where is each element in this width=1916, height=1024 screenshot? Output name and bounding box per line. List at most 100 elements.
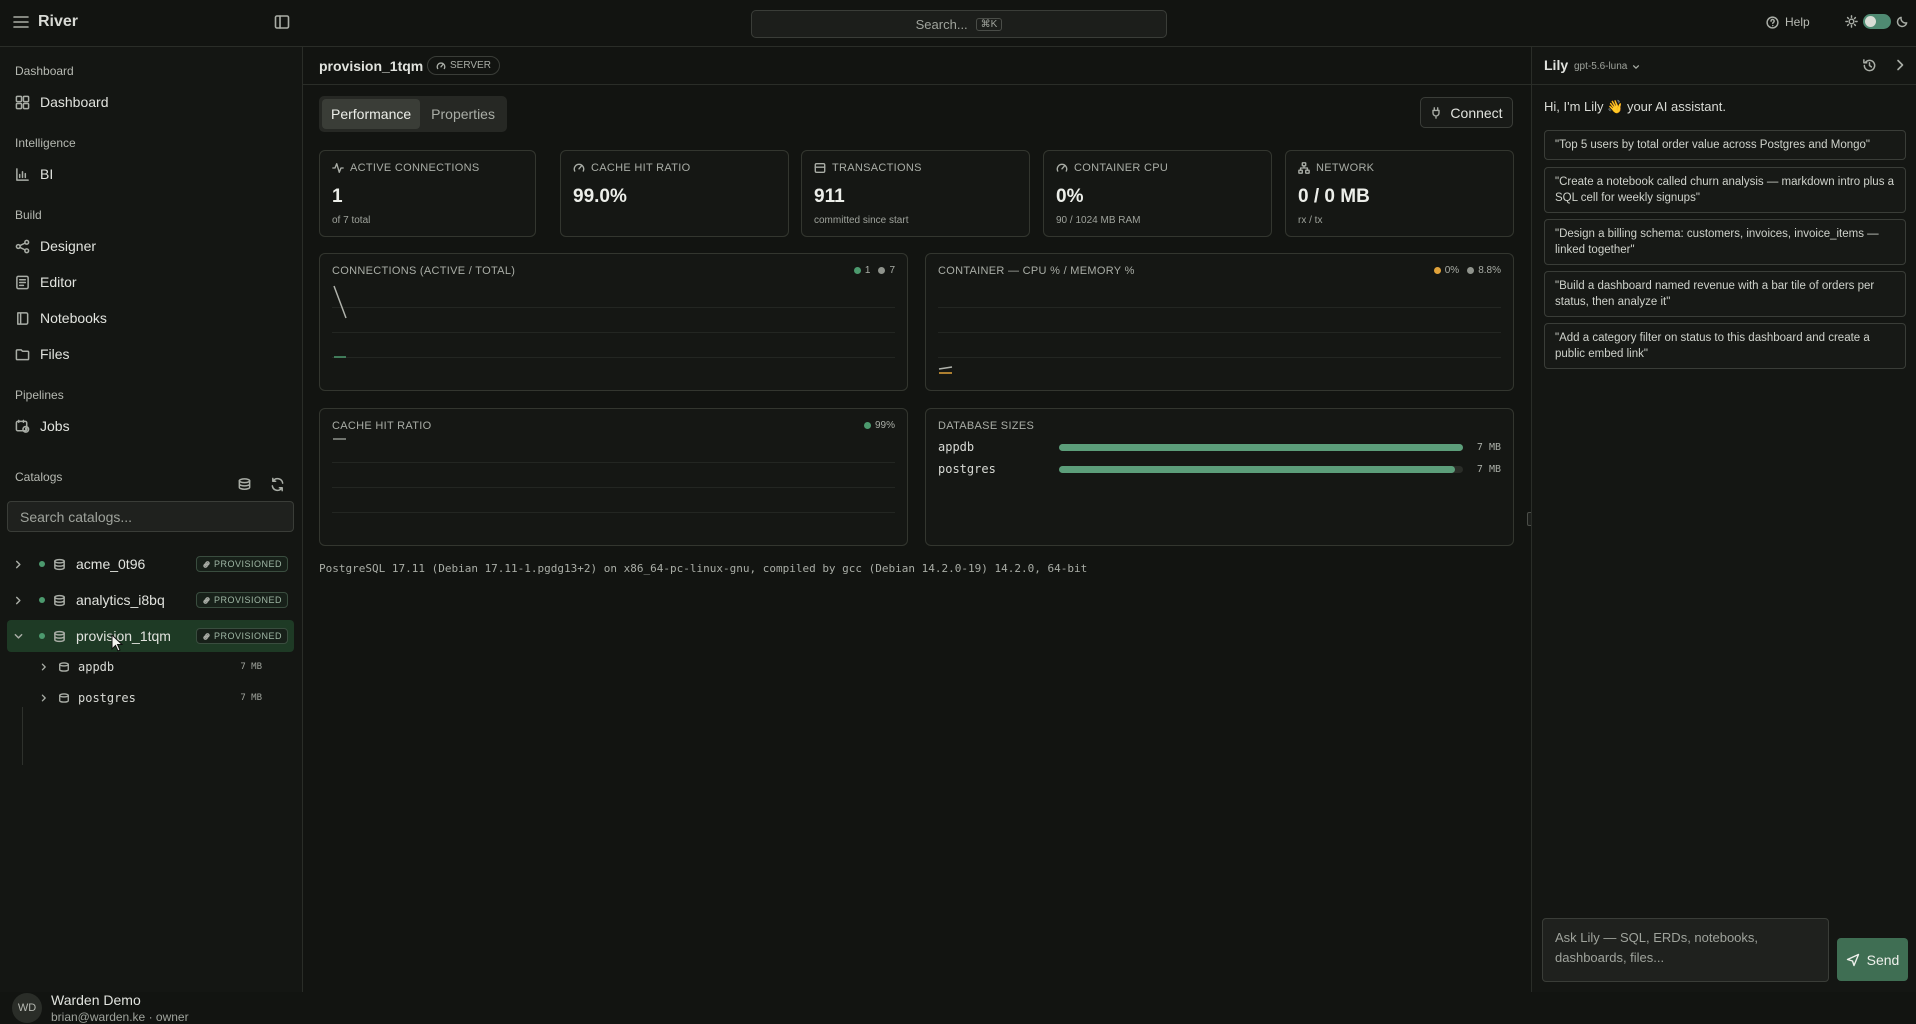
server-badge-label: SERVER bbox=[450, 60, 491, 71]
catalog-row-acme[interactable]: acme_0t96 PROVISIONED bbox=[7, 548, 294, 580]
connect-label: Connect bbox=[1450, 104, 1503, 121]
sidebar-item-dashboard[interactable]: Dashboard bbox=[15, 94, 109, 110]
sidebar-item-label: BI bbox=[40, 166, 54, 182]
tab-bar: Performance Properties bbox=[319, 96, 507, 132]
chevron-right-icon[interactable] bbox=[7, 560, 29, 569]
kpi-network: NETWORK 0 / 0 MB rx / tx bbox=[1285, 150, 1514, 237]
kpi-sub: committed since start bbox=[814, 215, 909, 226]
panel-title: CONTAINER — CPU % / MEMORY % bbox=[938, 265, 1135, 277]
catalog-row-provision[interactable]: provision_1tqm PROVISIONED bbox=[7, 620, 294, 652]
sidebar-toggle-icon[interactable] bbox=[274, 14, 290, 30]
search-shortcut: ⌘K bbox=[975, 17, 1003, 31]
help-button[interactable]: Help bbox=[1766, 15, 1810, 29]
sidebar-item-jobs[interactable]: Jobs bbox=[15, 418, 70, 434]
sidebar-item-label: Jobs bbox=[40, 418, 70, 434]
kpi-active-connections: ACTIVE CONNECTIONS 1 of 7 total bbox=[319, 150, 536, 237]
badge-label: PROVISIONED bbox=[213, 559, 282, 569]
database-size: 7 MB bbox=[240, 693, 262, 703]
theme-toggle[interactable] bbox=[1845, 14, 1909, 29]
kpi-transactions: TRANSACTIONS 911 committed since start bbox=[801, 150, 1030, 237]
plug-icon bbox=[1432, 106, 1441, 119]
chevron-right-icon[interactable] bbox=[1893, 58, 1907, 72]
panel-title: CONNECTIONS (ACTIVE / TOTAL) bbox=[332, 265, 516, 277]
sidebar-item-bi[interactable]: BI bbox=[15, 166, 53, 182]
assistant-header: Lily gpt-5.6-luna bbox=[1532, 47, 1916, 85]
connect-button[interactable]: Connect bbox=[1420, 97, 1513, 128]
section-title-build: Build bbox=[15, 208, 42, 222]
dashboard-icon bbox=[15, 95, 30, 109]
sidebar-item-label: Notebooks bbox=[40, 310, 107, 326]
tab-performance[interactable]: Performance bbox=[322, 99, 421, 129]
db-size-bar-row: postgres 7 MB bbox=[938, 460, 1501, 478]
suggestion-chip[interactable]: "Top 5 users by total order value across… bbox=[1544, 130, 1906, 160]
chevron-right-icon[interactable] bbox=[7, 596, 29, 605]
page-title: provision_1tqm bbox=[319, 58, 424, 74]
catalog-search-input[interactable]: Search catalogs... bbox=[7, 501, 294, 532]
kpi-value: 99.0% bbox=[573, 186, 627, 207]
send-button[interactable]: Send bbox=[1837, 938, 1908, 981]
jobs-icon bbox=[15, 419, 30, 433]
assistant-input[interactable]: Ask Lily — SQL, ERDs, notebooks, dashboa… bbox=[1542, 918, 1829, 982]
search-placeholder: Search... bbox=[915, 16, 968, 32]
badge-label: PROVISIONED bbox=[213, 595, 282, 605]
status-dot bbox=[39, 597, 45, 603]
suggestion-chip[interactable]: "Add a category filter on status to this… bbox=[1544, 323, 1906, 369]
bar-track bbox=[1059, 443, 1463, 451]
panel-title: CACHE HIT RATIO bbox=[332, 420, 432, 432]
bar-fill bbox=[1059, 443, 1463, 451]
brand[interactable]: River bbox=[13, 13, 78, 31]
database-row-postgres[interactable]: postgres 7 MB bbox=[22, 683, 294, 713]
legend-value: 7 bbox=[889, 265, 895, 276]
user-email: brian@warden.ke · owner bbox=[51, 1010, 189, 1024]
kpi-label: CONTAINER CPU bbox=[1074, 162, 1169, 174]
user-name: Warden Demo bbox=[51, 992, 141, 1008]
top-bar: River Search... ⌘K Help bbox=[0, 0, 1916, 47]
database-name: appdb bbox=[78, 660, 115, 674]
global-search[interactable]: Search... ⌘K bbox=[751, 10, 1167, 38]
help-icon bbox=[1766, 15, 1779, 29]
add-catalog-icon[interactable] bbox=[237, 477, 252, 492]
sidebar-item-designer[interactable]: Designer bbox=[15, 238, 96, 254]
suggestion-chip[interactable]: "Design a billing schema: customers, inv… bbox=[1544, 219, 1906, 265]
chevron-right-icon[interactable] bbox=[40, 663, 48, 671]
connections-line-chart bbox=[333, 285, 347, 358]
section-title-dashboard: Dashboard bbox=[15, 64, 74, 78]
legend-value: 99% bbox=[874, 420, 895, 431]
editor-icon bbox=[16, 275, 29, 289]
chart-legend: 1 7 bbox=[853, 265, 895, 276]
chart-legend: 99% bbox=[863, 420, 895, 431]
kpi-value: 1 bbox=[332, 186, 343, 207]
assistant-name: Lily bbox=[1544, 57, 1569, 73]
database-icon bbox=[814, 163, 826, 173]
provisioned-badge: PROVISIONED bbox=[195, 592, 288, 608]
history-icon[interactable] bbox=[1862, 58, 1877, 73]
panel-cache-hit-ratio: CACHE HIT RATIO 99% bbox=[319, 408, 908, 546]
kpi-label: ACTIVE CONNECTIONS bbox=[350, 162, 480, 174]
model-selector[interactable]: gpt-5.6-luna bbox=[1574, 61, 1640, 72]
suggestion-chip[interactable]: "Create a notebook called churn analysis… bbox=[1544, 167, 1906, 213]
sidebar-item-notebooks[interactable]: Notebooks bbox=[15, 310, 107, 326]
mouse-cursor-icon bbox=[111, 634, 123, 652]
tab-properties[interactable]: Properties bbox=[422, 99, 504, 129]
chevron-right-icon[interactable] bbox=[40, 694, 48, 702]
theme-switch[interactable] bbox=[1863, 14, 1891, 29]
catalog-row-analytics[interactable]: analytics_i8bq PROVISIONED bbox=[7, 584, 294, 616]
sidebar-item-label: Editor bbox=[40, 274, 77, 290]
badge-label: PROVISIONED bbox=[213, 631, 282, 641]
status-dot bbox=[39, 561, 45, 567]
database-row-appdb[interactable]: appdb 7 MB bbox=[22, 652, 294, 682]
kpi-sub: rx / tx bbox=[1298, 215, 1323, 226]
server-version: PostgreSQL 17.11 (Debian 17.11-1.pgdg13+… bbox=[319, 562, 1088, 575]
sidebar-item-label: Dashboard bbox=[40, 94, 109, 110]
catalog-name: provision_1tqm bbox=[76, 628, 171, 644]
sidebar-item-editor[interactable]: Editor bbox=[15, 274, 77, 290]
refresh-icon[interactable] bbox=[270, 477, 285, 492]
chevron-down-icon[interactable] bbox=[7, 632, 29, 641]
status-dot bbox=[39, 633, 45, 639]
menu-icon[interactable] bbox=[13, 15, 29, 29]
kpi-value: 0% bbox=[1056, 186, 1084, 207]
database-icon bbox=[58, 692, 70, 704]
sidebar-item-files[interactable]: Files bbox=[15, 346, 70, 362]
suggestion-chip[interactable]: "Build a dashboard named revenue with a … bbox=[1544, 271, 1906, 317]
user-profile[interactable]: WD Warden Demo brian@warden.ke · owner bbox=[12, 992, 189, 1024]
